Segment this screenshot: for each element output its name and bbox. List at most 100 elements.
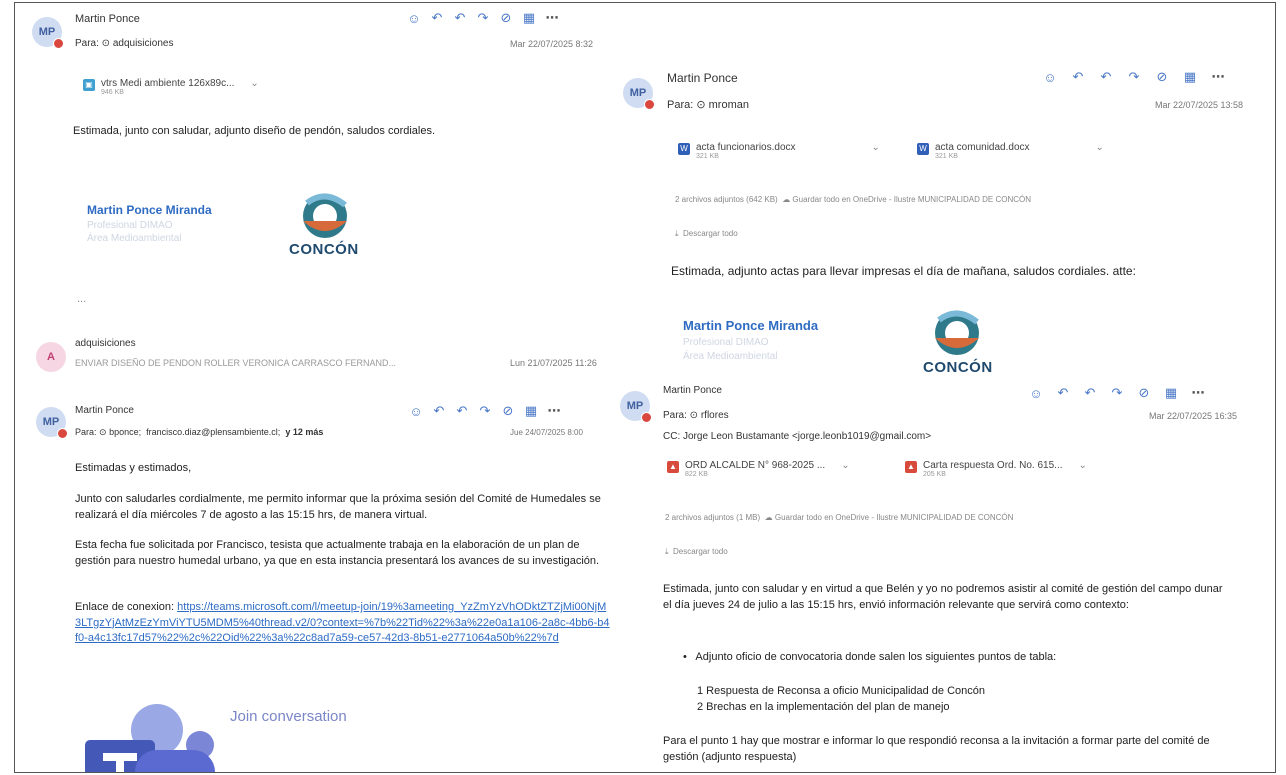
shield-icon[interactable]: ⊘ (1155, 69, 1169, 85)
smile-icon[interactable]: ☺ (1029, 386, 1043, 401)
attachment-size: 946 KB (101, 89, 124, 96)
shield-icon[interactable]: ⊘ (1137, 385, 1151, 401)
pdf-file-icon: ▲ (667, 461, 679, 473)
attachment-name: acta funcionarios.docx (696, 142, 796, 153)
chevron-down-icon[interactable]: ⌄ (872, 142, 880, 153)
reply-all-icon[interactable]: ↶ (453, 10, 467, 26)
word-file-icon: W (678, 143, 690, 155)
attachment[interactable]: ▲ ORD ALCALDE N° 968-2025 ... 822 KB ⌄ (667, 460, 850, 478)
join-conversation[interactable]: Join conversation (230, 708, 347, 725)
attachment-name: Carta respuesta Ord. No. 615... (923, 460, 1063, 471)
reply-icon[interactable]: ↶ (432, 403, 446, 419)
concon-logo: CONCÓN (917, 308, 997, 378)
bullet-item: • Adjunto oficio de convocatoria donde s… (683, 651, 1057, 663)
smile-icon[interactable]: ☺ (1043, 70, 1057, 85)
message-mroman-actas[interactable]: MP Martin Ponce Para: ⊙ mroman ☺ ↶ ↶ ↷ ⊘ ▦ ⋯ M… (615, 58, 1275, 378)
logo-text: CONCÓN (289, 241, 359, 258)
agenda-item: 2 Brechas en la implementación del plan … (697, 701, 950, 713)
attachment[interactable]: ▲ Carta respuesta Ord. No. 615... 205 KB … (905, 460, 1087, 478)
attachment-size: 822 KB (685, 471, 708, 478)
attachment[interactable]: ▣ vtrs Medi ambiente 126x89c... 946 KB ⌄ (83, 78, 259, 96)
sender-name: adquisiciones (75, 338, 136, 349)
message-date: Jue 24/07/2025 8:00 (510, 428, 583, 437)
forward-icon[interactable]: ↷ (1127, 69, 1141, 85)
forward-icon[interactable]: ↷ (1110, 385, 1124, 401)
cc-line: CC: Jorge Leon Bustamante <jorge.leonb10… (663, 431, 932, 442)
attachment-size: 205 KB (923, 471, 946, 478)
attachment-size: 321 KB (696, 153, 719, 160)
smile-icon[interactable]: ☺ (409, 404, 423, 419)
chevron-down-icon[interactable]: ⌄ (841, 460, 849, 471)
recipient-line: Para: ⊙ rflores (663, 410, 729, 421)
signature-name: Martin Ponce Miranda (87, 203, 212, 217)
download-all[interactable]: ⤓ Descargar todo (665, 547, 728, 557)
greeting: Estimadas y estimados, (75, 462, 192, 474)
message-actions: ☺ ↶ ↶ ↷ ⊘ ▦ ⋯ (1043, 69, 1225, 85)
image-file-icon: ▣ (83, 79, 95, 91)
more-icon[interactable]: ⋯ (1211, 69, 1225, 85)
signature-title: Profesional DIMAO (683, 337, 769, 348)
ellipsis[interactable]: ... (77, 293, 86, 305)
attachment[interactable]: W acta comunidad.docx 321 KB ⌄ (917, 142, 1104, 160)
shield-icon[interactable]: ⊘ (499, 10, 513, 26)
paragraph: Esta fecha fue solicitada por Francisco,… (75, 539, 600, 567)
message-adquisiciones-pendon[interactable]: MP Martin Ponce Para: ⊙ adquisiciones ☺ ↶… (15, 3, 615, 323)
reply-icon[interactable]: ↶ (1071, 69, 1085, 85)
grid-icon[interactable]: ▦ (1183, 69, 1197, 85)
signature-area: Área Medioambiental (683, 351, 778, 362)
sender-name: Martin Ponce (663, 385, 722, 396)
status-dot (641, 412, 652, 423)
more-icon[interactable]: ⋯ (545, 10, 559, 26)
recipient-line: Para: ⊙ mroman (667, 99, 749, 111)
signature-area: Área Medioambiental (87, 233, 182, 244)
signature-name: Martin Ponce Miranda (683, 318, 819, 333)
message-comite-humedales[interactable]: MP Martin Ponce Para: ⊙ bponce; francisc… (15, 395, 615, 772)
attachment[interactable]: W acta funcionarios.docx 321 KB ⌄ (678, 142, 880, 160)
attachment-name: acta comunidad.docx (935, 142, 1030, 153)
reply-all-icon[interactable]: ↶ (455, 403, 469, 419)
reply-icon[interactable]: ↶ (1056, 385, 1070, 401)
attachments-summary: 2 archivos adjuntos (642 KB) ☁ Guardar t… (675, 195, 1032, 204)
more-recipients[interactable]: y 12 más (285, 427, 323, 437)
reply-all-icon[interactable]: ↶ (1083, 385, 1097, 401)
word-file-icon: W (917, 143, 929, 155)
paragraph: Estimada, junto con saludar y en virtud … (663, 583, 1223, 611)
chevron-down-icon[interactable]: ⌄ (1079, 460, 1087, 471)
shield-icon[interactable]: ⊘ (501, 403, 515, 419)
message-preview: ENVIAR DISEÑO DE PENDON ROLLER VERONICA … (75, 358, 397, 368)
message-body: Estimada, adjunto actas para llevar impr… (671, 264, 1136, 278)
message-date: Mar 22/07/2025 13:58 (1155, 100, 1244, 110)
recipient-line: Para: ⊙ bponce; francisco.diaz@plensambi… (75, 427, 324, 437)
status-dot (53, 38, 64, 49)
sender-name: Martin Ponce (667, 71, 738, 85)
avatar: MP (620, 391, 652, 423)
message-collapsed-adquisiciones[interactable]: A adquisiciones ENVIAR DISEÑO DE PENDON … (15, 328, 615, 378)
more-icon[interactable]: ⋯ (547, 403, 561, 419)
pdf-file-icon: ▲ (905, 461, 917, 473)
more-icon[interactable]: ⋯ (1191, 385, 1205, 401)
grid-icon[interactable]: ▦ (1164, 385, 1178, 401)
status-dot (644, 99, 655, 110)
chevron-down-icon[interactable]: ⌄ (1096, 142, 1104, 153)
grid-icon[interactable]: ▦ (522, 10, 536, 26)
save-to-onedrive[interactable]: Guardar todo en OneDrive - Ilustre MUNIC… (775, 513, 1014, 522)
avatar: MP (623, 78, 655, 110)
forward-icon[interactable]: ↷ (476, 10, 490, 26)
reply-all-icon[interactable]: ↶ (1099, 69, 1113, 85)
message-actions: ☺ ↶ ↶ ↷ ⊘ ▦ ⋯ (407, 10, 559, 26)
concon-logo: CONCÓN (285, 191, 365, 271)
link-label: Enlace de conexion: (75, 601, 175, 613)
grid-icon[interactable]: ▦ (524, 403, 538, 419)
save-to-onedrive[interactable]: Guardar todo en OneDrive - Ilustre MUNIC… (792, 195, 1031, 204)
teams-icon (85, 695, 225, 772)
recipient-line: Para: ⊙ adquisiciones (75, 38, 174, 49)
avatar: A (36, 342, 66, 372)
chevron-down-icon[interactable]: ⌄ (250, 78, 258, 89)
forward-icon[interactable]: ↷ (478, 403, 492, 419)
message-date: Mar 22/07/2025 8:32 (510, 39, 594, 49)
reply-icon[interactable]: ↶ (430, 10, 444, 26)
message-rflores-comite[interactable]: MP Martin Ponce Para: ⊙ rflores ☺ ↶ ↶ ↷ ⊘ ▦ ⋯ … (615, 375, 1275, 772)
smile-icon[interactable]: ☺ (407, 11, 421, 26)
cloud-icon: ☁ (782, 195, 791, 204)
download-all[interactable]: ⤓ Descargar todo (675, 229, 738, 239)
